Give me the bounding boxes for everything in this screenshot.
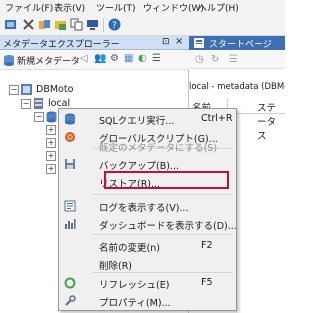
log-icon	[64, 200, 76, 212]
menu-separator	[93, 194, 233, 195]
menu-item-shortcut: Ctrl+R	[201, 113, 233, 124]
start-page-icon	[194, 38, 204, 48]
metadata-db-icon	[46, 111, 57, 123]
menu-window[interactable]: ウィンドウ(W)	[143, 1, 204, 14]
menu-item-label: リフレッシュ(E)	[99, 280, 170, 291]
menu-item-properties[interactable]: プロパティ(M)...	[61, 292, 234, 310]
expand-icon[interactable]: +	[46, 138, 56, 148]
refresh-icon[interactable]: ◐	[138, 53, 147, 64]
menu-item-set-default[interactable]: 既定のメタデータにする(S)	[61, 137, 234, 155]
menu-tools[interactable]: ツール(T)	[96, 1, 136, 14]
collapse-icon[interactable]: −	[21, 99, 31, 109]
restore-highlight-box	[104, 171, 229, 189]
menu-item-shortcut: F2	[201, 240, 213, 251]
sql-icon	[65, 113, 75, 125]
server-icon	[34, 98, 43, 109]
main-toolbar: ?	[0, 14, 285, 36]
pin-icon[interactable]: ⊡	[162, 37, 170, 47]
menu-separator	[93, 234, 233, 235]
column-header-status[interactable]: ステータス	[257, 100, 285, 142]
refresh-icon[interactable]: ↻	[211, 54, 219, 65]
explorer-title: メタデータエクスプローラー	[3, 40, 120, 50]
refresh-icon	[64, 277, 76, 289]
menu-item-show-dashboard[interactable]: ダッシュボードを表示する(D)...	[61, 215, 237, 233]
connect-icon[interactable]: ◁	[80, 53, 88, 64]
dashboard-icon	[65, 219, 76, 229]
connect-icon[interactable]	[4, 18, 17, 31]
menu-item-label: SQLクエリ実行...	[99, 116, 175, 127]
collapse-icon[interactable]: −	[9, 85, 19, 95]
menu-item-label: 既定のメタデータにする(S)	[99, 143, 218, 154]
menu-file[interactable]: ファイル(F)	[5, 1, 53, 14]
menu-item-show-log[interactable]: ログを表示する(V)...	[61, 197, 234, 215]
menu-item-shortcut: F5	[201, 277, 213, 288]
expand-icon[interactable]: +	[46, 125, 56, 135]
replication-icon[interactable]	[38, 18, 51, 31]
settings-icon[interactable]: ⚙	[110, 53, 119, 64]
copy-icon[interactable]	[70, 18, 83, 31]
help-icon[interactable]: ?	[108, 18, 121, 31]
explorer-toolbar: 新規メタデータ ◁ 👥 ⚙ ▦ ◐ ☰	[0, 51, 189, 70]
expand-icon[interactable]: +	[46, 164, 56, 174]
close-pane-icon[interactable]: ×	[175, 36, 183, 47]
menu-item-delete[interactable]: 削除(R)	[61, 255, 234, 273]
menu-item-rename[interactable]: 名前の変更(n) F2	[61, 237, 234, 255]
back-icon[interactable]: ◷	[195, 54, 204, 65]
menu-help[interactable]: ヘルプ(H)	[198, 1, 239, 14]
folder-sync-icon[interactable]	[54, 18, 67, 31]
dbmoto-icon	[21, 84, 32, 95]
new-metadata-button[interactable]: 新規メタデータ	[17, 54, 80, 67]
menu-item-refresh[interactable]: リフレッシュ(E) F5	[61, 274, 234, 292]
menu-item-label: ログを表示する(V)...	[99, 203, 189, 214]
tools-icon[interactable]	[22, 18, 35, 31]
tab-start-page[interactable]: スタートページ	[189, 36, 285, 50]
explorer-header: メタデータエクスプローラー ⊡ ×	[0, 36, 189, 50]
list-icon[interactable]: ☰	[229, 54, 238, 65]
menu-view[interactable]: 表示(V)	[54, 1, 85, 14]
backup-icon	[65, 159, 75, 169]
properties-icon	[65, 295, 76, 306]
list-icon[interactable]: ☰	[152, 53, 161, 64]
menubar: ファイル(F) 表示(V) ツール(T) ウィンドウ(W) ヘルプ(H)	[0, 0, 285, 14]
svg-text:?: ?	[112, 21, 117, 31]
monitor-icon[interactable]	[86, 18, 99, 31]
expand-icon[interactable]: +	[46, 151, 56, 161]
menu-item-label: 名前の変更(n)	[99, 243, 160, 254]
grid-icon[interactable]: ▦	[124, 53, 133, 64]
menu-separator	[93, 272, 233, 273]
context-menu: SQLクエリ実行... Ctrl+R グローバルスクリプト(G)... 既定のメ…	[58, 108, 237, 311]
menu-item-label: プロパティ(M)...	[99, 298, 171, 309]
connection-info: local - metadata (DBMoto¥loc	[189, 82, 285, 92]
menu-item-label: バックアップ(B)...	[99, 161, 179, 172]
menu-item-label: 削除(R)	[99, 261, 133, 272]
collapse-icon[interactable]: −	[34, 112, 44, 122]
users-icon[interactable]: 👥	[94, 53, 106, 64]
new-metadata-icon	[4, 55, 14, 66]
menu-item-sql-query[interactable]: SQLクエリ実行... Ctrl+R	[61, 110, 234, 128]
start-page-tab-label: スタートページ	[209, 40, 272, 50]
menu-item-label: ダッシュボードを表示する(D)...	[99, 221, 237, 232]
tree-row-dbmoto[interactable]: − DBMoto	[0, 83, 189, 97]
toolbar-separator	[103, 18, 104, 32]
tree-label-root: DBMoto	[36, 84, 74, 95]
start-page-toolbar: ◷ ↻ ☰	[189, 51, 285, 69]
